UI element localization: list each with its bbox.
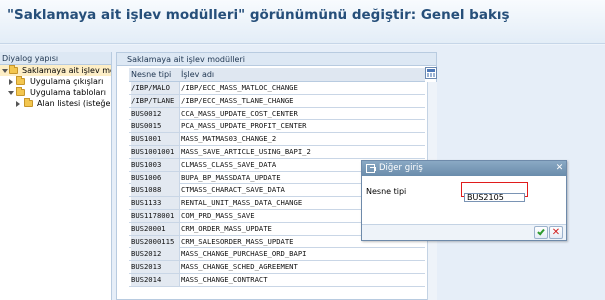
cell-divider — [179, 209, 180, 222]
object-type-cell[interactable]: BUS1001 — [131, 133, 179, 146]
check-icon — [537, 227, 545, 236]
object-type-cell[interactable]: BUS2013 — [131, 261, 179, 274]
collapse-arrow-icon[interactable] — [9, 79, 13, 85]
tree-item-label: Uygulama çıkışları — [30, 77, 104, 86]
function-name-cell[interactable]: /IBP/ECC_MASS_MATLOC_CHANGE — [181, 82, 425, 94]
function-name-cell[interactable]: MASS_SAVE_ARTICLE_USING_BAPI_2 — [181, 146, 425, 158]
table-row[interactable]: /IBP/MALO/IBP/ECC_MASS_MATLOC_CHANGE — [129, 82, 425, 95]
cell-divider — [179, 145, 180, 158]
object-type-cell[interactable]: BUS1001001 — [131, 145, 179, 158]
function-name-cell[interactable]: MASS_CHANGE_CONTRACT — [181, 274, 425, 286]
cell-divider — [179, 248, 180, 261]
folder-icon — [16, 76, 25, 85]
table-row[interactable]: BUS2013 MASS_CHANGE_SCHED_AGREEMENT — [129, 261, 425, 274]
cell-divider — [179, 158, 180, 171]
x-icon: ✕ — [551, 227, 561, 238]
object-type-cell[interactable]: BUS1003 — [131, 158, 179, 171]
title-bar: "Saklamaya ait işlev modülleri" görünümü… — [0, 0, 605, 44]
expand-arrow-icon[interactable] — [8, 91, 14, 95]
object-type-cell[interactable]: BUS1006 — [131, 171, 179, 184]
object-type-cell[interactable]: BUS1178001 — [131, 209, 179, 222]
cell-divider — [179, 235, 180, 248]
cell-divider — [179, 197, 180, 210]
table-row[interactable]: BUS1001 MASS_MATMAS03_CHANGE_2 — [129, 133, 425, 146]
table-row[interactable]: BUS1001001 MASS_SAVE_ARTICLE_USING_BAPI_2 — [129, 145, 425, 159]
object-type-cell[interactable]: BUS20001 — [131, 222, 179, 235]
tree-item-label: Uygulama tabloları — [30, 88, 106, 97]
object-type-cell[interactable]: BUS2012 — [131, 248, 179, 261]
folder-icon — [9, 65, 18, 74]
tree-item-field-list[interactable]: Alan listesi (isteğe — [0, 98, 111, 109]
cell-divider — [179, 184, 180, 197]
tree-header: Diyalog yapısı — [0, 52, 111, 65]
tree-item-application-tables[interactable]: Uygulama tabloları — [0, 87, 111, 98]
cell-divider — [179, 107, 180, 120]
cell-divider — [179, 120, 180, 133]
tree-item-label: Alan listesi (isteğe — [37, 99, 111, 108]
object-type-cell[interactable]: BUS0015 — [131, 120, 179, 133]
tree-item-label: Saklamaya ait işlev modü — [22, 66, 111, 75]
object-type-cell[interactable]: /IBP/TLANE — [131, 94, 179, 107]
object-type-cell[interactable]: BUS2014 — [131, 273, 179, 286]
folder-icon — [16, 87, 25, 96]
table-row[interactable]: BUS0015 PCA_MASS_UPDATE_PROFIT_CENTER — [129, 120, 425, 134]
table-row[interactable]: /IBP/TLANE/IBP/ECC_MASS_TLANE_CHANGE — [129, 94, 425, 108]
cell-divider — [179, 222, 180, 235]
dialog-title-bar: Diğer giriş ✕ — [362, 161, 566, 176]
column-settings-icon[interactable] — [425, 67, 437, 79]
close-icon[interactable]: ✕ — [554, 162, 565, 175]
cell-divider — [179, 82, 180, 94]
object-type-label: Nesne tipi — [366, 187, 407, 196]
cell-divider — [179, 261, 180, 274]
column-header-object-type[interactable]: Nesne tipi — [131, 68, 171, 82]
object-type-input[interactable] — [464, 193, 525, 202]
function-name-cell[interactable]: /IBP/ECC_MASS_TLANE_CHANGE — [181, 95, 425, 107]
panel-header: Saklamaya ait işlev modülleri — [117, 53, 436, 66]
dialog-body: Nesne tipi — [362, 176, 566, 224]
additional-entry-dialog: Diğer giriş ✕ Nesne tipi ✕ — [361, 160, 567, 241]
tree-item-application-exits[interactable]: Uygulama çıkışları — [0, 76, 111, 87]
cell-divider — [179, 94, 180, 107]
function-name-cell[interactable]: MASS_MATMAS03_CHANGE_2 — [181, 133, 425, 145]
object-type-cell[interactable]: BUS1133 — [131, 197, 179, 210]
function-name-cell[interactable]: PCA_MASS_UPDATE_PROFIT_CENTER — [181, 120, 425, 132]
highlight-box — [461, 182, 528, 202]
confirm-button[interactable] — [534, 226, 548, 239]
dialog-window-icon — [366, 164, 376, 173]
dialog-footer: ✕ — [362, 224, 566, 240]
function-name-cell[interactable]: MASS_CHANGE_SCHED_AGREEMENT — [181, 261, 425, 273]
expand-arrow-icon[interactable] — [2, 69, 8, 73]
folder-icon — [24, 98, 33, 107]
cell-divider — [179, 133, 180, 146]
table-row[interactable]: BUS0012 CCA_MASS_UPDATE_COST_CENTER — [129, 107, 425, 121]
column-header-function-name[interactable]: İşlev adı — [181, 68, 214, 82]
table-row[interactable]: BUS2014 MASS_CHANGE_CONTRACT — [129, 273, 425, 287]
cell-divider — [179, 171, 180, 184]
cell-divider — [179, 273, 180, 286]
dialog-structure-tree: Diyalog yapısı Saklamaya ait işlev modü … — [0, 52, 112, 300]
collapse-arrow-icon[interactable] — [16, 101, 20, 107]
function-name-cell[interactable]: MASS_CHANGE_PURCHASE_ORD_BAPI — [181, 248, 425, 260]
dialog-title: Diğer giriş — [379, 163, 423, 173]
object-type-cell[interactable]: BUS1088 — [131, 184, 179, 197]
page-title: "Saklamaya ait işlev modülleri" görünümü… — [7, 7, 510, 23]
table-row[interactable]: BUS2012 MASS_CHANGE_PURCHASE_ORD_BAPI — [129, 248, 425, 262]
table-header: Nesne tipi İşlev adı — [129, 68, 425, 82]
function-name-cell[interactable]: CCA_MASS_UPDATE_COST_CENTER — [181, 108, 425, 120]
cancel-button[interactable]: ✕ — [549, 226, 563, 239]
tree-item-function-modules[interactable]: Saklamaya ait işlev modü — [0, 65, 111, 76]
object-type-cell[interactable]: /IBP/MALO — [131, 82, 179, 94]
object-type-cell[interactable]: BUS2000115 — [131, 235, 179, 248]
object-type-cell[interactable]: BUS0012 — [131, 107, 179, 120]
